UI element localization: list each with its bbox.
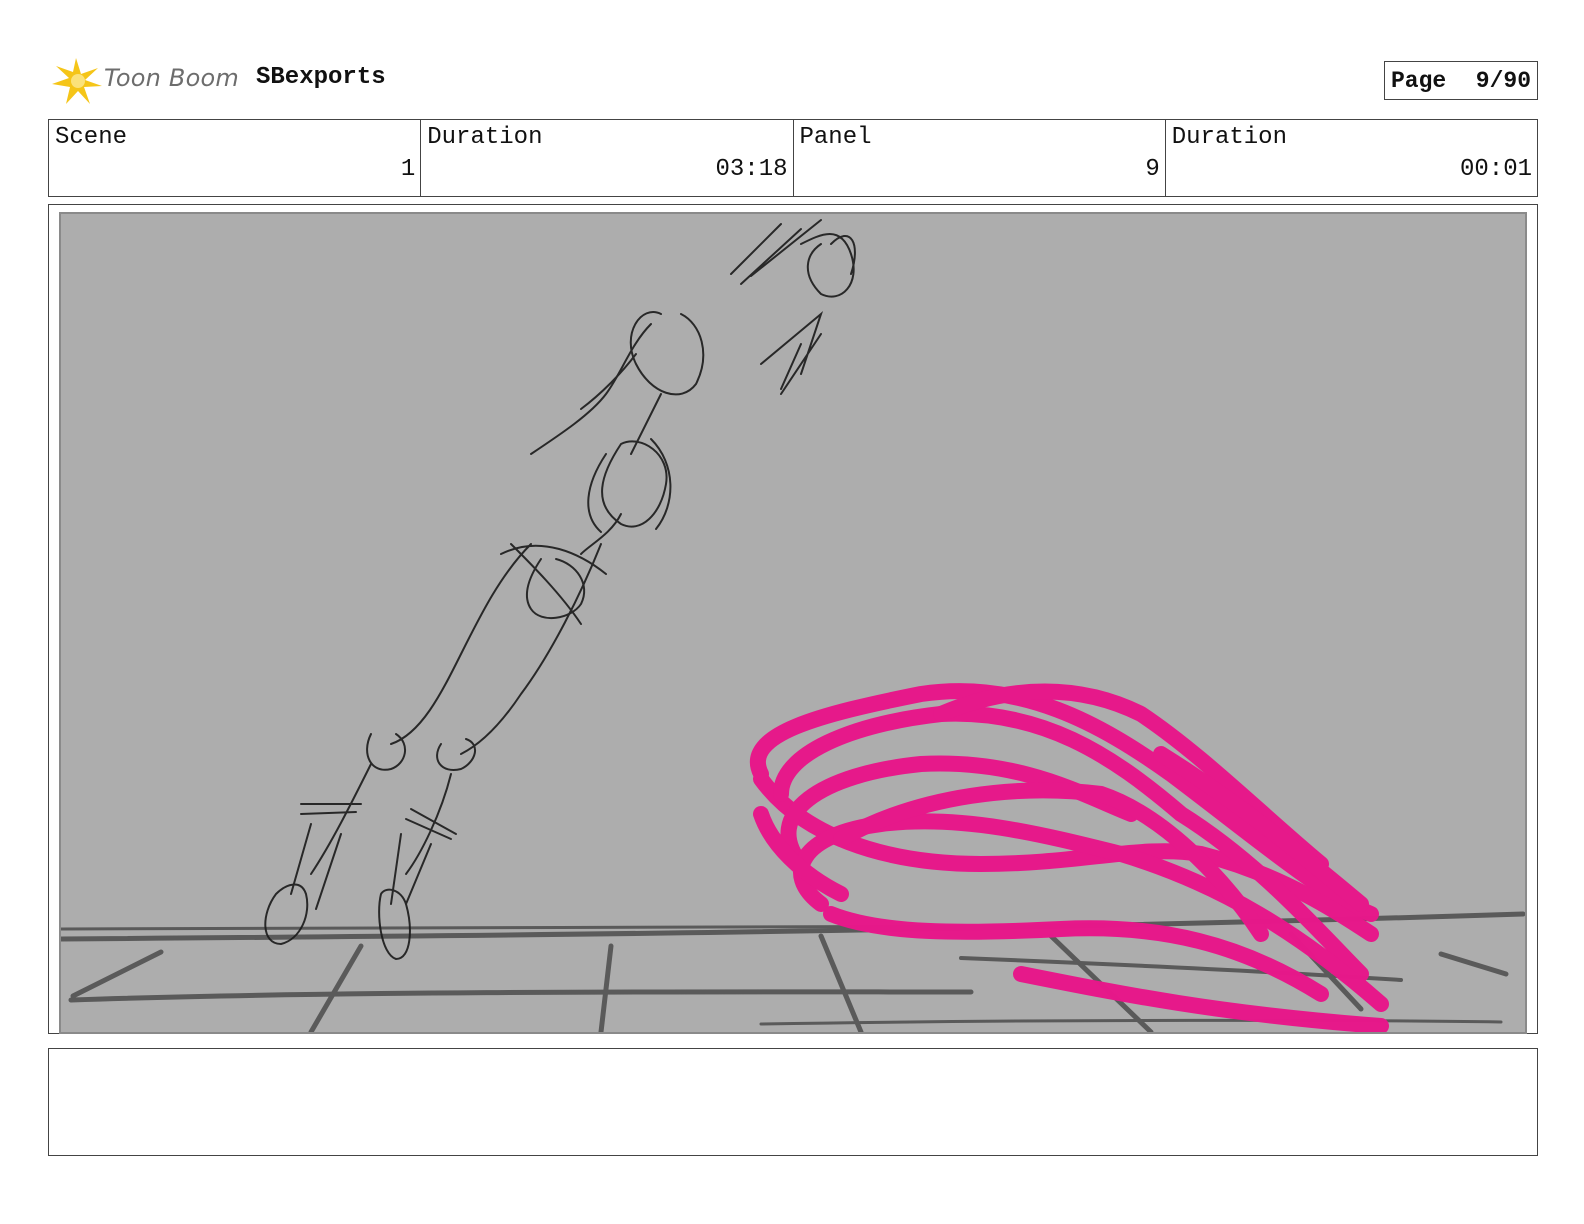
sketch-drawing [61, 219, 1525, 1032]
scene-duration-label: Duration [427, 124, 543, 151]
scene-duration-value: 03:18 [715, 156, 788, 183]
scene-value: 1 [400, 156, 416, 183]
panel-notes-box [48, 1048, 1538, 1156]
panel-label: Panel [799, 124, 872, 151]
brand-name: Toon Boom [104, 64, 239, 92]
panel-notes-text [49, 1049, 1537, 1065]
page-label: Page [1391, 67, 1447, 94]
character-sketch [264, 219, 856, 961]
scene-duration-cell: Duration 03:18 [421, 120, 794, 196]
pink-scribble [750, 683, 1389, 1032]
page-indicator: Page 9/90 [1384, 61, 1538, 100]
storyboard-panel-image [59, 212, 1527, 1034]
panel-value: 9 [1145, 156, 1160, 183]
scene-cell: Scene 1 [49, 120, 422, 196]
page-number: 9/90 [1475, 67, 1531, 94]
scene-label: Scene [55, 124, 128, 151]
panel-duration-cell: Duration 00:01 [1166, 120, 1537, 196]
starburst-icon [52, 58, 102, 104]
scene-info-table: Scene 1 Duration 03:18 Panel 9 Duration … [48, 119, 1538, 197]
panel-duration-label: Duration [1171, 124, 1287, 151]
panel-cell: Panel 9 [794, 120, 1166, 196]
panel-duration-value: 00:01 [1459, 156, 1532, 183]
project-title: SBexports [256, 64, 386, 91]
